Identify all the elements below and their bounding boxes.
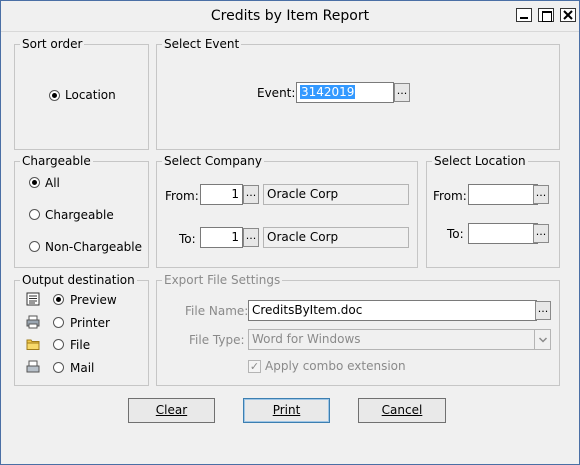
cancel-button-label: Cancel [381,403,423,417]
location-from-input[interactable] [468,184,538,205]
file-type-label: File Type: [189,333,245,347]
maximize-button[interactable] [538,8,554,22]
company-to-label: To: [179,232,196,246]
select-location-legend: Select Location [432,154,528,168]
output-destination-group: Output destination Preview Printer File … [14,273,149,386]
output-file-radio[interactable] [53,339,64,350]
file-type-select[interactable]: Word for Windows [248,329,551,350]
company-from-label: From: [165,189,199,203]
sort-location-label: Location [65,88,116,102]
chargeable-all-radio[interactable] [29,177,40,188]
cancel-button[interactable]: Cancel [358,398,446,423]
output-printer-radio[interactable] [53,317,64,328]
company-from-browse-button[interactable]: ... [243,185,259,204]
select-event-group: Select Event Event: 3142019 ... [156,37,560,150]
apply-combo-checkbox[interactable]: ✓ [248,360,261,373]
title-bar: Credits by Item Report [1,1,579,32]
event-value: 3142019 [300,85,356,99]
file-type-value: Word for Windows [252,332,361,346]
export-settings-group: Export File Settings File Name: CreditsB… [156,273,560,386]
output-file-label: File [70,338,91,352]
file-name-browse-button[interactable]: ... [535,301,551,320]
company-to-input[interactable]: 1 [200,227,243,248]
file-name-input[interactable]: CreditsByItem.doc [248,300,537,321]
report-dialog: Credits by Item Report Sort order Locati… [0,0,580,465]
clear-button-label: Clear [155,403,188,417]
chargeable-non-chargeable-radio[interactable] [29,241,40,252]
location-from-label: From: [433,189,467,203]
event-label: Event: [257,86,296,100]
chargeable-chargeable-label: Chargeable [45,208,114,222]
chargeable-group: Chargeable All Chargeable Non-Chargeable [14,154,149,268]
sort-location-radio[interactable] [49,90,60,101]
location-to-label: To: [447,227,464,241]
location-to-input[interactable] [468,223,538,244]
select-event-legend: Select Event [162,37,242,51]
chargeable-non-chargeable-label: Non-Chargeable [45,240,143,254]
folder-icon [26,339,40,350]
print-button[interactable]: Print [243,398,330,423]
apply-combo-label: Apply combo extension [265,359,406,373]
company-to-browse-button[interactable]: ... [243,228,259,247]
event-browse-button[interactable]: ... [394,83,410,102]
output-destination-legend: Output destination [20,273,137,287]
output-mail-label: Mail [70,361,95,375]
file-name-label: File Name: [185,304,249,318]
sort-order-legend: Sort order [20,37,85,51]
company-to-name: Oracle Corp [263,227,409,248]
select-company-group: Select Company From: 1 ... Oracle Corp T… [156,154,418,268]
company-from-name: Oracle Corp [263,184,409,205]
minimize-button[interactable] [516,8,532,22]
sort-order-group: Sort order Location [14,37,149,150]
file-type-dropdown[interactable] [534,330,550,349]
close-button[interactable] [560,8,576,22]
mail-icon [26,360,40,373]
window-title: Credits by Item Report [210,8,370,24]
chargeable-legend: Chargeable [20,154,93,168]
output-printer-label: Printer [70,316,110,330]
output-preview-radio[interactable] [53,294,64,305]
select-company-legend: Select Company [162,154,264,168]
select-location-group: Select Location From: ... To: ... [426,154,560,268]
location-to-browse-button[interactable]: ... [533,224,549,243]
event-input[interactable]: 3142019 [296,82,394,103]
company-from-input[interactable]: 1 [200,184,243,205]
chargeable-chargeable-radio[interactable] [29,209,40,220]
output-preview-label: Preview [70,293,117,307]
clear-button[interactable]: Clear [128,398,215,423]
preview-icon [26,292,40,306]
print-button-label: Print [272,403,301,417]
location-from-browse-button[interactable]: ... [533,185,549,204]
chargeable-all-label: All [45,176,60,190]
close-icon [563,10,573,20]
output-mail-radio[interactable] [53,362,64,373]
chevron-down-icon [538,337,548,343]
printer-icon [26,315,40,329]
export-settings-legend: Export File Settings [162,273,283,287]
